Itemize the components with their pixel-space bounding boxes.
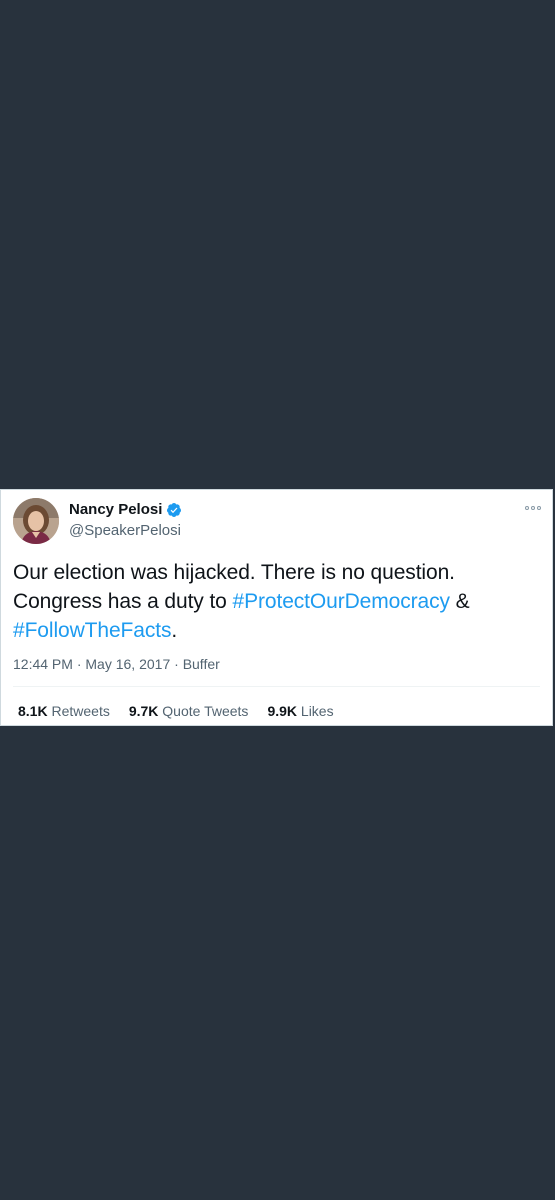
tweet-text: Our election was hijacked. There is no q… [13,558,543,645]
tweet-time[interactable]: 12:44 PM [13,656,73,672]
tweet-text-ampersand: & [449,590,470,613]
avatar-image [13,498,59,544]
author-name-row[interactable]: Nancy Pelosi [69,501,182,519]
likes-label: Likes [300,703,334,719]
likes-count: 9.9K [267,703,298,719]
more-dot [525,506,529,510]
tweet-card[interactable]: Nancy Pelosi @SpeakerPelosi Our election… [0,489,553,726]
retweets-label: Retweets [51,703,110,719]
author-handle[interactable]: @SpeakerPelosi [69,522,181,540]
retweets-count: 8.1K [18,703,48,719]
avatar[interactable] [13,498,59,544]
likes-stat[interactable]: 9.9K Likes [267,702,333,720]
hashtag-protect-our-democracy[interactable]: #ProtectOurDemocracy [233,590,451,613]
tweet-text-line2: Congress has a duty to [13,590,233,613]
more-dot [537,506,541,510]
tweet-text-period: . [171,619,178,642]
divider [13,686,540,687]
tweet-source[interactable]: Buffer [183,656,220,672]
verified-badge-icon [167,503,182,517]
tweet-text-line1: Our election was hijacked. There is no q… [13,561,455,584]
quote-tweets-count: 9.7K [128,703,159,719]
more-dot [531,506,535,510]
display-name[interactable]: Nancy Pelosi [69,501,162,519]
tweet-meta: 12:44 PM · May 16, 2017 · Buffer [13,655,220,673]
meta-separator: · [170,656,183,672]
more-options-icon[interactable] [525,504,541,512]
tweet-stats: 8.1K Retweets 9.7K Quote Tweets 9.9K Lik… [18,702,334,720]
hashtag-follow-the-facts[interactable]: #FollowTheFacts [13,619,171,642]
tweet-date[interactable]: May 16, 2017 [85,656,170,672]
retweets-stat[interactable]: 8.1K Retweets [18,702,110,720]
quote-tweets-label: Quote Tweets [162,703,249,719]
quote-tweets-stat[interactable]: 9.7K Quote Tweets [129,702,249,720]
meta-separator: · [72,656,86,672]
